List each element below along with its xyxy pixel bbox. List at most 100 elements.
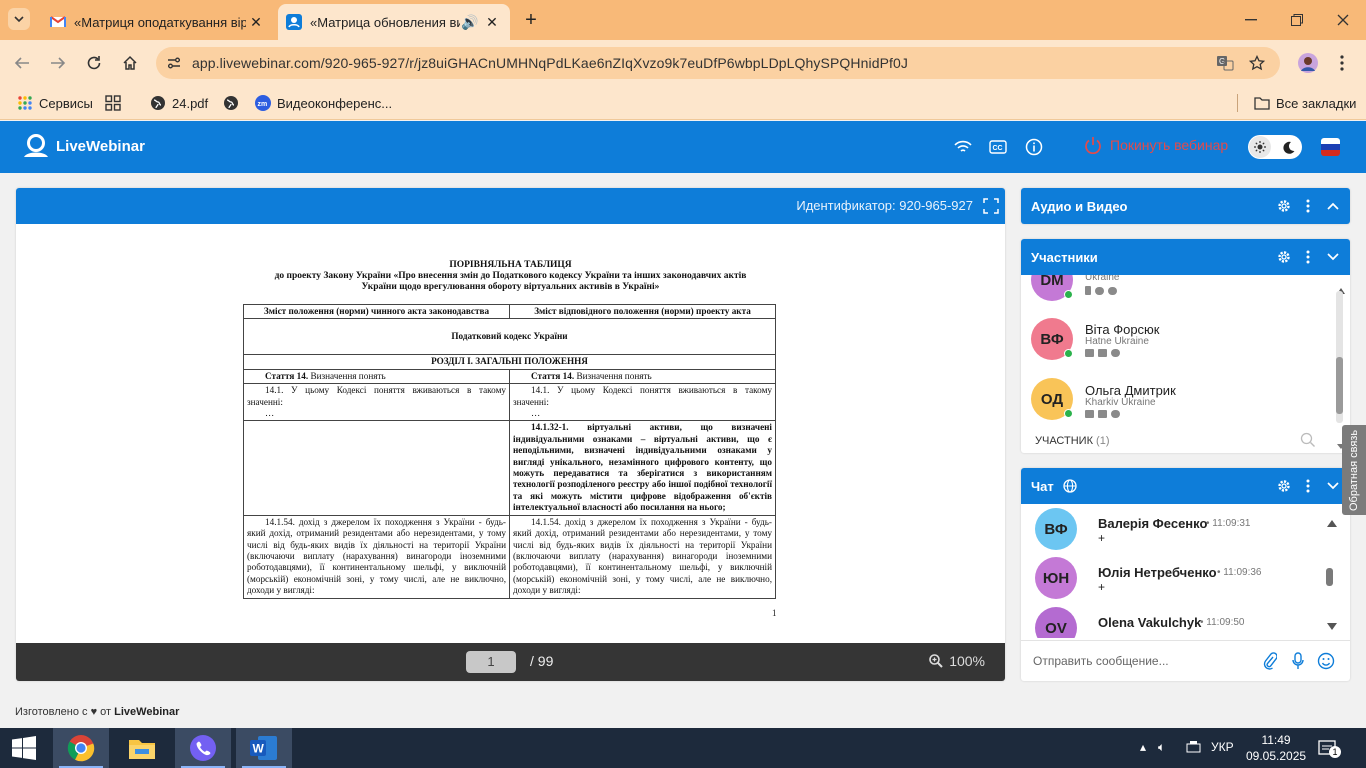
settings-gear-icon[interactable] bbox=[1276, 198, 1292, 214]
more-vert-icon[interactable] bbox=[1300, 249, 1316, 265]
leave-webinar-label: Покинуть вебинар bbox=[1110, 137, 1229, 153]
start-button[interactable] bbox=[0, 728, 48, 768]
desktop-icon bbox=[1085, 349, 1094, 357]
taskbar-word[interactable]: W bbox=[236, 728, 292, 768]
chevron-down-icon[interactable] bbox=[1325, 478, 1341, 494]
page-number-input[interactable]: 1 bbox=[466, 651, 516, 673]
more-vert-icon[interactable] bbox=[1300, 478, 1316, 494]
message-author: Юлія Нетребченко bbox=[1098, 565, 1217, 580]
presentation-header: Идентификатор: 920-965-927 bbox=[16, 188, 1005, 224]
network-icon[interactable] bbox=[1186, 741, 1202, 756]
chat-header[interactable]: Чат bbox=[1021, 468, 1350, 504]
paragraph-14-1-54-proposed: 14.1.54. дохід з джерелом їх походження … bbox=[509, 514, 776, 599]
home-button[interactable] bbox=[118, 51, 142, 75]
participant-devices bbox=[1085, 349, 1120, 357]
tab-title: «Матрица обновления вир bbox=[310, 14, 460, 30]
bookmark-grid[interactable] bbox=[105, 92, 121, 114]
info-icon[interactable] bbox=[1023, 136, 1045, 158]
attachment-icon[interactable] bbox=[1261, 652, 1279, 670]
new-tab-button[interactable]: + bbox=[520, 9, 542, 31]
volume-icon[interactable]: 🔈︎ bbox=[1158, 740, 1165, 755]
chat-messages: ВФ Валерія Фесенко • 11:09:31 + ЮН Юлія … bbox=[1021, 504, 1350, 638]
browser-tab-livewebinar[interactable]: «Матрица обновления вир 🔊 ✕ bbox=[278, 4, 510, 40]
settings-gear-icon[interactable] bbox=[1276, 249, 1292, 265]
article-cell-proposed: Стаття 14. Визначення понять bbox=[509, 368, 776, 385]
site-info-icon[interactable] bbox=[160, 49, 188, 77]
bookmarks-bar: Сервисы 24.pdf zm Видеоконференс... Все … bbox=[0, 86, 1366, 120]
made-by-brand[interactable]: LiveWebinar bbox=[114, 706, 179, 718]
participants-footer: УЧАСТНИК (1) bbox=[1035, 435, 1110, 447]
moon-icon bbox=[1277, 136, 1299, 158]
connection-wifi-icon[interactable] bbox=[952, 136, 974, 158]
minimize-button[interactable] bbox=[1240, 9, 1262, 31]
presentation-footer: 1 / 99 100% bbox=[16, 643, 1005, 681]
scroll-down-arrow[interactable] bbox=[1327, 617, 1337, 635]
bookmark-services[interactable]: Сервисы bbox=[17, 92, 93, 114]
browser-tab-gmail[interactable]: «Матриця оподаткування вір ✕ bbox=[42, 4, 274, 40]
chevron-up-icon[interactable] bbox=[1325, 198, 1341, 214]
tab-search-button[interactable] bbox=[8, 8, 30, 30]
leave-webinar-button[interactable]: Покинуть вебинар bbox=[1084, 136, 1228, 154]
close-tab-icon[interactable]: ✕ bbox=[482, 12, 502, 32]
profile-avatar[interactable] bbox=[1296, 51, 1320, 75]
search-icon[interactable] bbox=[1300, 432, 1316, 453]
fullscreen-icon[interactable] bbox=[983, 198, 999, 214]
scroll-up-arrow[interactable] bbox=[1327, 514, 1337, 532]
settings-gear-icon[interactable] bbox=[1276, 478, 1292, 494]
globe-icon[interactable] bbox=[1062, 478, 1078, 494]
close-tab-icon[interactable]: ✕ bbox=[246, 12, 266, 32]
microphone-icon[interactable] bbox=[1289, 652, 1307, 670]
chat-message-input[interactable]: Отправить сообщение... bbox=[1033, 654, 1169, 668]
bookmark-globe[interactable] bbox=[223, 92, 239, 114]
participants-scrollbar[interactable] bbox=[1336, 291, 1343, 423]
taskbar-chrome[interactable] bbox=[53, 728, 109, 768]
bookmark-24pdf[interactable]: 24.pdf bbox=[150, 92, 208, 114]
show-hidden-icons[interactable]: ▴ bbox=[1140, 740, 1146, 754]
svg-text:zm: zm bbox=[258, 101, 268, 108]
code-title: Податковий кодекс України bbox=[243, 318, 776, 356]
restore-button[interactable] bbox=[1286, 9, 1308, 31]
participant-item[interactable]: DM Ukraine bbox=[1021, 275, 1341, 315]
paragraph-14-1-32-1: 14.1.32-1. віртуальні активи, що визначе… bbox=[509, 420, 776, 516]
emoji-icon[interactable] bbox=[1317, 652, 1335, 670]
participant-item[interactable]: ВФ Віта Форсюк Hatne Ukraine bbox=[1021, 315, 1341, 375]
bookmark-star-icon[interactable] bbox=[1246, 52, 1268, 74]
participant-item[interactable]: ОД Ольга Дмитрик Kharkiv Ukraine bbox=[1021, 376, 1341, 427]
forward-button[interactable] bbox=[46, 51, 70, 75]
speaker-icon[interactable]: 🔊 bbox=[460, 12, 480, 32]
reload-button[interactable] bbox=[82, 51, 106, 75]
scrollbar-thumb[interactable] bbox=[1336, 357, 1343, 414]
chat-panel: Чат ВФ Валерія Фесенко • 11:09:31 + ЮН Ю… bbox=[1021, 468, 1350, 681]
message-author: Валерія Фесенко bbox=[1098, 516, 1208, 531]
address-bar[interactable]: app.livewebinar.com/920-965-927/r/jz8uiG… bbox=[156, 47, 1280, 79]
online-status-dot bbox=[1064, 349, 1073, 358]
notification-center[interactable]: 1 bbox=[1318, 739, 1341, 762]
folder-icon bbox=[129, 740, 155, 759]
zoom-control[interactable]: 100% bbox=[929, 653, 985, 669]
close-window-button[interactable] bbox=[1332, 9, 1354, 31]
participants-header[interactable]: Участники bbox=[1021, 239, 1350, 275]
app-header: LiveWebinar CC Покинуть вебинар bbox=[0, 121, 1366, 173]
scrollbar-thumb[interactable] bbox=[1326, 568, 1333, 586]
taskbar-clock[interactable]: 11:49 09.05.2025 bbox=[1246, 732, 1306, 764]
closed-captions-icon[interactable]: CC bbox=[987, 136, 1009, 158]
language-flag-icon[interactable] bbox=[1321, 138, 1340, 156]
back-button[interactable] bbox=[10, 51, 34, 75]
translate-icon[interactable]: G bbox=[1214, 52, 1236, 74]
bookmark-zoom[interactable]: zm Видеоконференс... bbox=[255, 92, 392, 114]
taskbar-file-explorer[interactable] bbox=[114, 728, 170, 768]
language-indicator[interactable]: УКР bbox=[1211, 740, 1234, 754]
feedback-tab[interactable]: Обратная связь bbox=[1342, 425, 1366, 515]
chrome-menu-button[interactable] bbox=[1330, 51, 1354, 75]
livewebinar-logo[interactable]: LiveWebinar bbox=[22, 134, 145, 158]
chat-input-bar: Отправить сообщение... bbox=[1021, 640, 1350, 681]
message-time: • 11:09:50 bbox=[1200, 617, 1245, 628]
chat-scrollbar[interactable] bbox=[1326, 568, 1333, 588]
audio-video-header[interactable]: Аудио и Видео bbox=[1021, 188, 1350, 224]
taskbar-viber[interactable] bbox=[175, 728, 231, 768]
more-vert-icon[interactable] bbox=[1300, 198, 1316, 214]
theme-toggle[interactable] bbox=[1248, 135, 1302, 159]
chevron-down-icon[interactable] bbox=[1325, 249, 1341, 265]
avatar: ЮН bbox=[1035, 557, 1077, 599]
all-bookmarks[interactable]: Все закладки bbox=[1237, 92, 1356, 114]
